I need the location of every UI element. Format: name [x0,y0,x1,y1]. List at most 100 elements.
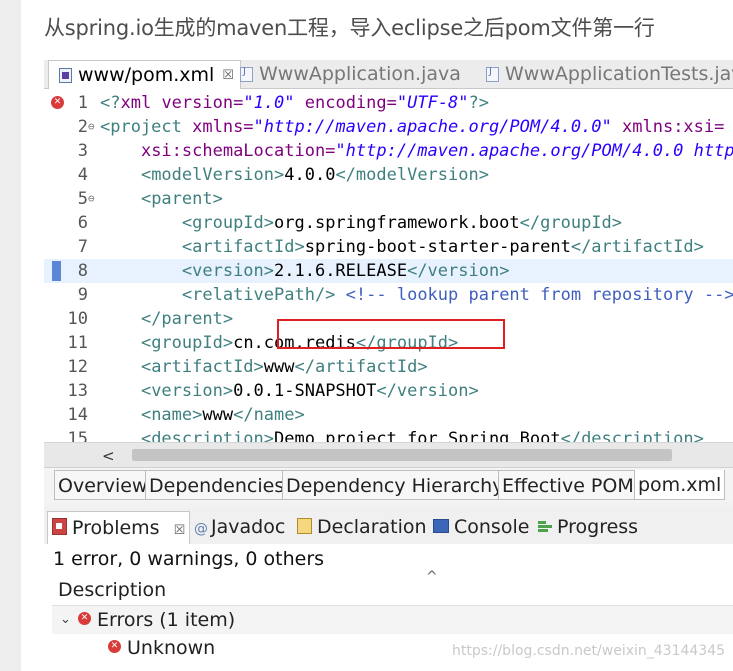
error-icon: ✕ [108,640,121,653]
code-line[interactable]: 7 <artifactId>spring-boot-starter-parent… [44,235,733,259]
line-number: 2 [77,117,88,137]
editor-tab-label: www/pom.xml [78,64,215,86]
code-text: <artifactId>www</artifactId> [100,355,428,379]
code-token: </version> [407,261,510,281]
code-text: <parent> [100,187,223,211]
fold-toggle-icon[interactable]: ⊖ [88,115,100,139]
code-token: <artifactId> [181,237,305,257]
code-line[interactable]: 6 <groupId>org.springframework.boot</gro… [44,211,733,235]
code-token: <version> [140,381,234,401]
line-number: 12 [67,357,88,377]
javadoc-icon: @ [194,521,208,537]
tab-javadoc-label: Javadoc [211,516,286,538]
code-text: <version>0.0.1-SNAPSHOT</version> [100,379,479,403]
tab-console[interactable]: Console [433,511,529,543]
problems-item-content: ✕ Unknown [108,634,215,662]
editor-tab-wwwapplication[interactable]: WwwApplication.java [240,60,461,88]
code-line[interactable]: 12 <artifactId>www</artifactId> [44,355,733,379]
tab-overview[interactable]: Overview [54,470,152,500]
code-token: spring-boot-starter-parent [304,237,571,257]
code-token: 2.1.6.RELEASE [274,261,408,281]
code-token: </modelVersion> [335,165,489,185]
code-token: Demo project for Spring Boot [274,429,561,442]
code-token: <? [100,93,121,113]
code-token: </groupId> [519,213,623,233]
code-token: </version> [376,381,479,401]
code-text: <version>2.1.6.RELEASE</version> [100,259,510,283]
tab-declaration-label: Declaration [317,516,427,538]
code-token: <groupId> [181,213,275,233]
scrollbar-thumb[interactable] [132,449,672,461]
line-number: 15 [67,429,88,442]
java-file-icon [240,66,253,82]
tab-problems[interactable]: Problems ☒ [47,511,191,544]
page-left-margin [0,0,21,671]
tab-declaration[interactable]: Declaration [297,511,427,543]
tab-progress-label: Progress [557,516,639,538]
code-token: xmlns= [192,117,254,137]
code-token: www [202,405,234,425]
code-text: <groupId>org.springframework.boot</group… [100,211,622,235]
console-icon [433,518,449,533]
line-number: 10 [67,309,88,329]
code-line[interactable]: 14 <name>www</name> [44,403,733,427]
code-line[interactable]: 8 <version>2.1.6.RELEASE</version> [44,259,733,283]
tab-progress[interactable]: Progress [538,511,638,543]
code-text: <relativePath/> <!-- lookup parent from … [100,283,733,307]
code-token: <description> [140,429,275,442]
tab-effective-pom[interactable]: Effective POM [498,470,638,500]
code-text: <modelVersion>4.0.0</modelVersion> [100,163,489,187]
code-line[interactable]: 5 ⊖ <parent> [44,187,733,211]
java-file-icon [486,66,499,82]
code-line[interactable]: 4 <modelVersion>4.0.0</modelVersion> [44,163,733,187]
scroll-left-icon[interactable]: < [102,447,115,465]
code-token: xmlns:xsi= [611,117,725,137]
problems-table-header[interactable]: Description ^ [52,569,733,606]
code-line[interactable]: 13 <version>0.0.1-SNAPSHOT</version> [44,379,733,403]
horizontal-scrollbar[interactable]: < [44,442,733,467]
maven-file-icon [59,67,72,83]
pom-editor-tabs: Overview Dependencies Dependency Hierarc… [44,467,733,502]
fold-toggle-icon[interactable]: ⊖ [88,187,100,211]
code-line[interactable]: 9 <relativePath/> <!-- lookup parent fro… [44,283,733,307]
tab-javadoc[interactable]: @ Javadoc [194,511,285,543]
close-icon[interactable]: ☒ [174,523,186,538]
code-token: <relativePath/> [181,285,336,305]
sort-ascending-icon[interactable]: ^ [426,569,438,585]
code-line[interactable]: ✕ 1 <?xml version="1.0" encoding="UTF-8"?> [44,91,733,115]
code-text: <description>Demo project for Spring Boo… [100,427,704,442]
code-token: <groupId> [140,333,234,353]
code-token: <modelVersion> [140,165,285,185]
eclipse-window: www/pom.xml ☒ WwwApplication.java WwwApp… [44,60,733,671]
code-token: "1.0" [243,93,295,113]
code-token: "http://maven.apache.org/POM/4.0.0 http:… [335,141,733,161]
chevron-down-icon[interactable]: ⌄ [60,606,71,634]
error-icon: ✕ [78,612,91,625]
tab-pom-xml[interactable]: pom.xml [634,470,726,500]
problems-group-errors[interactable]: ⌄ ✕ Errors (1 item) [52,606,733,634]
code-line[interactable]: 2 ⊖ <project xmlns="http://maven.apache.or… [44,115,733,139]
code-line[interactable]: 15 <description>Demo project for Spring … [44,427,733,442]
declaration-icon [297,517,312,534]
tab-dependency-hierarchy[interactable]: Dependency Hierarchy [282,470,508,500]
code-token: </artifactId> [570,237,704,257]
tab-dependencies[interactable]: Dependencies [145,470,289,500]
close-icon[interactable]: ☒ [222,68,234,83]
code-line[interactable]: 3 xsi:schemaLocation="http://maven.apach… [44,139,733,163]
code-token: "http://maven.apache.org/POM/4.0.0" [253,117,612,137]
code-token: <!-- lookup parent from repository --> [345,285,733,305]
code-token: </parent> [140,309,234,329]
line-number: 13 [67,381,88,401]
line-number: 6 [77,213,88,233]
editor-tab-wwwapplicationtests[interactable]: WwwApplicationTests.java [486,60,733,88]
column-description[interactable]: Description [58,577,166,603]
editor-tab-pom-xml[interactable]: www/pom.xml ☒ [48,60,241,89]
line-number: 3 [77,141,88,161]
xml-source-editor[interactable]: 15 <description>Demo project for Spring … [44,89,733,442]
